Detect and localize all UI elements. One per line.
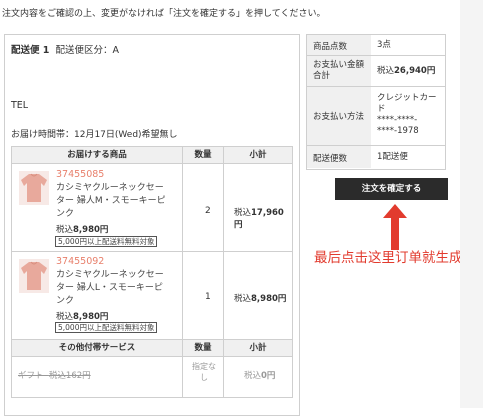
product-code[interactable]: 37455085 bbox=[56, 169, 104, 180]
value-prefix: 税込 bbox=[377, 66, 395, 76]
service-name: ギフト bbox=[18, 371, 44, 381]
price-value: 8,980円 bbox=[73, 312, 109, 322]
line-subtotal: 税込17,960円 bbox=[234, 206, 292, 230]
subtotal-prefix: 税込 bbox=[234, 208, 252, 218]
instruction-text: 注文内容をご確認の上、変更がなければ「注文を確定する」を押してください。 bbox=[2, 9, 326, 19]
header-service: その他付帯サービス bbox=[12, 340, 182, 357]
shipment-title: 配送便 1 bbox=[11, 45, 50, 56]
summary-value: 3点 bbox=[377, 40, 391, 50]
free-shipping-badge: 5,000円以上配送料無料対象 bbox=[55, 236, 158, 247]
header-service-subtotal: 小計 bbox=[224, 340, 292, 357]
subtotal-prefix: 税込 bbox=[234, 294, 252, 304]
service-subtotal: 税込0円 bbox=[244, 369, 275, 381]
header-qty: 数量 bbox=[183, 147, 223, 164]
service-price: 税込162円 bbox=[48, 371, 91, 381]
items-table: お届けする商品 数量 小計 37455085 カシミヤクルーネックセーター 婦人… bbox=[11, 146, 293, 398]
service-qty: 指定なし bbox=[192, 362, 216, 382]
shipment-type: 配送便区分：A bbox=[55, 45, 119, 56]
unit-price: 税込8,980円 bbox=[56, 223, 108, 235]
total-amount: 26,940円 bbox=[394, 66, 436, 76]
summary-row: 配送便数 1配送便 bbox=[307, 146, 445, 168]
header-product: お届けする商品 bbox=[12, 147, 182, 164]
line-subtotal: 税込8,980円 bbox=[234, 292, 286, 304]
quantity: 1 bbox=[205, 292, 211, 302]
red-arrow-up-icon bbox=[383, 204, 407, 250]
price-prefix: 税込 bbox=[56, 225, 74, 235]
row-divider bbox=[12, 251, 292, 252]
shipment-heading: 配送便 1 配送便区分：A bbox=[11, 42, 119, 56]
subtotal-value: 8,980円 bbox=[251, 294, 287, 304]
header-service-qty: 数量 bbox=[183, 340, 223, 357]
order-summary: 商品点数 3点 お支払い金額合計 税込26,940円 お支払い方法 クレジットカ… bbox=[306, 34, 446, 170]
unit-price: 税込8,980円 bbox=[56, 310, 108, 322]
summary-label-text: 商品点数 bbox=[313, 42, 348, 52]
sweater-thumbnail[interactable] bbox=[19, 259, 49, 293]
summary-label-text: 配送便数 bbox=[313, 154, 348, 164]
price-value: 8,980円 bbox=[73, 225, 109, 235]
col-divider bbox=[182, 147, 183, 397]
product-name[interactable]: カシミヤクルーネックセーター 婦人L・スモーキーピンク bbox=[56, 269, 168, 308]
summary-label: お支払い金額合計 bbox=[307, 56, 371, 86]
summary-row: お支払い方法 クレジットカード ****-****- ****-1978 bbox=[307, 87, 445, 146]
summary-label: 配送便数 bbox=[307, 146, 371, 168]
header-subtotal: 小計 bbox=[224, 147, 292, 164]
delivery-time: お届け時間帯：12月17日(Wed)希望無し bbox=[11, 130, 178, 140]
summary-label: 商品点数 bbox=[307, 35, 371, 55]
product-name[interactable]: カシミヤクルーネックセーター 婦人M・スモーキーピンク bbox=[56, 182, 168, 221]
summary-row: 商品点数 3点 bbox=[307, 35, 445, 56]
tel-label: TEL bbox=[11, 100, 29, 111]
sweater-thumbnail[interactable] bbox=[19, 171, 49, 205]
free-shipping-badge: 5,000円以上配送料無料対象 bbox=[55, 322, 158, 333]
col-divider bbox=[223, 147, 224, 397]
subtotal-value: 0円 bbox=[261, 371, 276, 381]
summary-label-text: お支払い金額合計 bbox=[313, 60, 365, 81]
summary-value: 1配送便 bbox=[377, 152, 408, 162]
annotation-text: 最后点击这里订单就生成了 bbox=[314, 250, 476, 266]
price-prefix: 税込 bbox=[56, 312, 74, 322]
payment-method: クレジットカード ****-****- ****-1978 bbox=[377, 93, 437, 136]
summary-label-text: お支払い方法 bbox=[313, 112, 365, 122]
page-side-margin bbox=[460, 0, 483, 408]
product-code[interactable]: 37455092 bbox=[56, 256, 104, 267]
subtotal-prefix: 税込 bbox=[244, 371, 262, 381]
summary-label: お支払い方法 bbox=[307, 87, 371, 145]
summary-row: お支払い金額合計 税込26,940円 bbox=[307, 56, 445, 87]
gift-service: ギフト 税込162円 bbox=[18, 369, 91, 381]
summary-value: 税込26,940円 bbox=[377, 66, 435, 77]
confirm-order-button[interactable]: 注文を確定する bbox=[335, 178, 448, 200]
quantity: 2 bbox=[205, 206, 211, 216]
